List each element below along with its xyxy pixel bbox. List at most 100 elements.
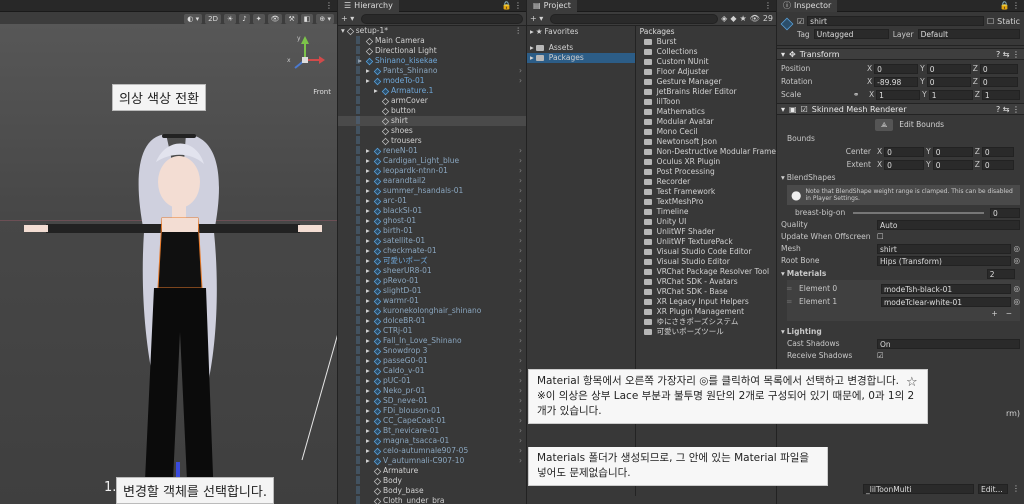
expand-arrow-icon[interactable]: ▸ xyxy=(366,146,372,156)
hierarchy-item[interactable]: ▸ warmr-01 › xyxy=(338,296,526,306)
expand-arrow-icon[interactable]: ▸ xyxy=(366,206,372,216)
package-item[interactable]: Burst xyxy=(643,37,776,47)
scale-y-field[interactable]: 1 xyxy=(928,89,973,100)
prefab-open-icon[interactable]: › xyxy=(519,286,526,296)
prefab-open-icon[interactable]: › xyxy=(519,156,526,166)
prefab-open-icon[interactable]: › xyxy=(519,216,526,226)
expand-arrow-icon[interactable]: ▸ xyxy=(366,346,372,356)
hierarchy-item[interactable]: Main Camera xyxy=(338,36,526,46)
remove-element-button[interactable]: − xyxy=(1006,309,1012,319)
add-object-button[interactable]: + ▾ xyxy=(341,14,354,23)
rotation-y-field[interactable]: 0 xyxy=(926,76,971,87)
expand-arrow-icon[interactable]: ▸ xyxy=(366,156,372,166)
hierarchy-item[interactable]: ▸ 可愛いポーズ › xyxy=(338,256,526,266)
prefab-open-icon[interactable]: › xyxy=(519,386,526,396)
component-menu-icon[interactable]: ⋮ xyxy=(1012,484,1020,494)
extent-y-field[interactable]: 0 xyxy=(932,159,973,170)
inspector-menu-icon[interactable]: 🔒 ⋮ xyxy=(999,1,1024,10)
expand-arrow-icon[interactable]: ▸ xyxy=(366,76,372,86)
expand-arrow-icon[interactable]: ▸ xyxy=(366,456,372,466)
prefab-open-icon[interactable]: › xyxy=(519,236,526,246)
hierarchy-item[interactable]: ▸ CC_CapeCoat-01 › xyxy=(338,416,526,426)
expand-arrow-icon[interactable]: ▸ xyxy=(366,366,372,376)
prefab-open-icon[interactable]: › xyxy=(519,296,526,306)
shader-edit-button[interactable]: Edit... xyxy=(978,484,1008,494)
hierarchy-item[interactable]: ▸ earandtail2 › xyxy=(338,176,526,186)
scene-viewport[interactable]: y x Front 의상 색상 전환 1. 변경할 객체를 선택합니다. xyxy=(0,24,337,504)
hierarchy-item[interactable]: ▸ Pants_Shinano › xyxy=(338,66,526,76)
scale-z-field[interactable]: 1 xyxy=(981,89,1020,100)
filter-type-icon[interactable]: ◈ xyxy=(721,14,727,23)
cast-shadows-dropdown[interactable]: On xyxy=(877,339,1020,349)
shading-mode-button[interactable]: ◐ ▾ xyxy=(184,13,203,24)
prefab-open-icon[interactable]: › xyxy=(519,416,526,426)
expand-arrow-icon[interactable]: ▾ xyxy=(781,269,785,279)
hierarchy-menu-icon[interactable]: 🔒 ⋮ xyxy=(501,1,526,10)
prefab-open-icon[interactable]: › xyxy=(519,356,526,366)
expand-arrow-icon[interactable]: ▾ xyxy=(781,50,785,59)
prefab-open-icon[interactable]: › xyxy=(519,336,526,346)
package-item[interactable]: UnlitWF Shader xyxy=(643,227,776,237)
package-item[interactable]: Visual Studio Code Editor xyxy=(643,247,776,257)
hierarchy-item[interactable]: Armature xyxy=(338,466,526,476)
center-x-field[interactable]: 0 xyxy=(884,146,925,157)
expand-arrow-icon[interactable]: ▾ xyxy=(781,105,785,114)
package-item[interactable]: lilToon xyxy=(643,97,776,107)
hierarchy-item[interactable]: ▸ pRevo-01 › xyxy=(338,276,526,286)
smr-enable-checkbox[interactable]: ☑ xyxy=(801,105,808,114)
prefab-open-icon[interactable]: › xyxy=(519,226,526,236)
prefab-open-icon[interactable]: › xyxy=(519,346,526,356)
lighting-toggle-icon[interactable]: ☀ xyxy=(223,13,237,24)
prefab-open-icon[interactable]: › xyxy=(519,256,526,266)
expand-arrow-icon[interactable]: ▸ xyxy=(366,246,372,256)
center-y-field[interactable]: 0 xyxy=(932,146,973,157)
receive-shadows-checkbox[interactable]: ☑ xyxy=(877,351,884,361)
prefab-open-icon[interactable]: › xyxy=(519,366,526,376)
object-name-field[interactable]: shirt xyxy=(807,16,984,26)
element1-row[interactable]: ═ Element 1 modeTclear-white-01 ◎ xyxy=(787,295,1020,308)
hierarchy-item[interactable]: ▸Shinano_kisekae xyxy=(338,56,526,66)
filter-label-icon[interactable]: ◆ xyxy=(730,14,736,23)
expand-arrow-icon[interactable]: ▸ xyxy=(366,226,372,236)
package-item[interactable]: Post Processing xyxy=(643,167,776,177)
prefab-open-icon[interactable]: › xyxy=(519,306,526,316)
orientation-gizmo-icon[interactable]: y x xyxy=(285,34,325,84)
expand-arrow-icon[interactable]: ▸ xyxy=(366,66,372,76)
element0-field[interactable]: modeTsh-black-01 xyxy=(881,283,1012,294)
expand-arrow-icon[interactable]: ▾ xyxy=(341,26,345,36)
expand-arrow-icon[interactable]: ▸ xyxy=(366,436,372,446)
prefab-open-icon[interactable]: › xyxy=(519,326,526,336)
expand-arrow-icon[interactable]: ▸ xyxy=(366,326,372,336)
drag-handle-icon[interactable]: ═ xyxy=(787,297,797,307)
expand-arrow-icon[interactable]: ▸ xyxy=(366,216,372,226)
object-picker-icon[interactable]: ◎ xyxy=(1013,297,1020,307)
hidden-packages-icon[interactable]: 👁 xyxy=(750,14,760,23)
mesh-field[interactable]: shirt xyxy=(877,244,1012,254)
object-picker-icon[interactable]: ◎ xyxy=(1013,244,1020,254)
prefab-open-icon[interactable]: › xyxy=(519,186,526,196)
tab-inspector[interactable]: ⓘ Inspector xyxy=(777,0,838,12)
hierarchy-item[interactable]: Directional Light xyxy=(338,46,526,56)
expand-arrow-icon[interactable]: ▾ xyxy=(781,173,785,183)
prefab-open-icon[interactable]: › xyxy=(519,76,526,86)
lighting-row[interactable]: ▾ Lighting xyxy=(781,325,1020,338)
gizmos-button[interactable]: ⊕ ▾ xyxy=(316,13,334,24)
hierarchy-item[interactable]: shirt xyxy=(338,116,526,126)
hierarchy-item[interactable]: shoes xyxy=(338,126,526,136)
tree-item-packages[interactable]: ▸ Packages xyxy=(527,53,635,63)
package-item[interactable]: Unity UI xyxy=(643,217,776,227)
prefab-open-icon[interactable]: › xyxy=(519,176,526,186)
hierarchy-item[interactable]: ▸ dolceBR-01 › xyxy=(338,316,526,326)
component-menu-icon[interactable]: ? ⇆ ⋮ xyxy=(996,50,1024,59)
package-item[interactable]: JetBrains Rider Editor xyxy=(643,87,776,97)
package-item[interactable]: Custom NUnit xyxy=(643,57,776,67)
hierarchy-item[interactable]: ▸ celo-autumnale907-05 › xyxy=(338,446,526,456)
hierarchy-item[interactable]: ▸ satellite-01 › xyxy=(338,236,526,246)
expand-arrow-icon[interactable]: ▸ xyxy=(366,396,372,406)
package-item[interactable]: VRChat SDK - Base xyxy=(643,287,776,297)
position-x-field[interactable]: 0 xyxy=(874,63,919,74)
hierarchy-item[interactable]: button xyxy=(338,106,526,116)
link-scale-icon[interactable]: ⚭ xyxy=(853,90,867,100)
expand-arrow-icon[interactable]: ▸ xyxy=(366,336,372,346)
hierarchy-item[interactable]: ▸ Fall_In_Love_Shinano › xyxy=(338,336,526,346)
